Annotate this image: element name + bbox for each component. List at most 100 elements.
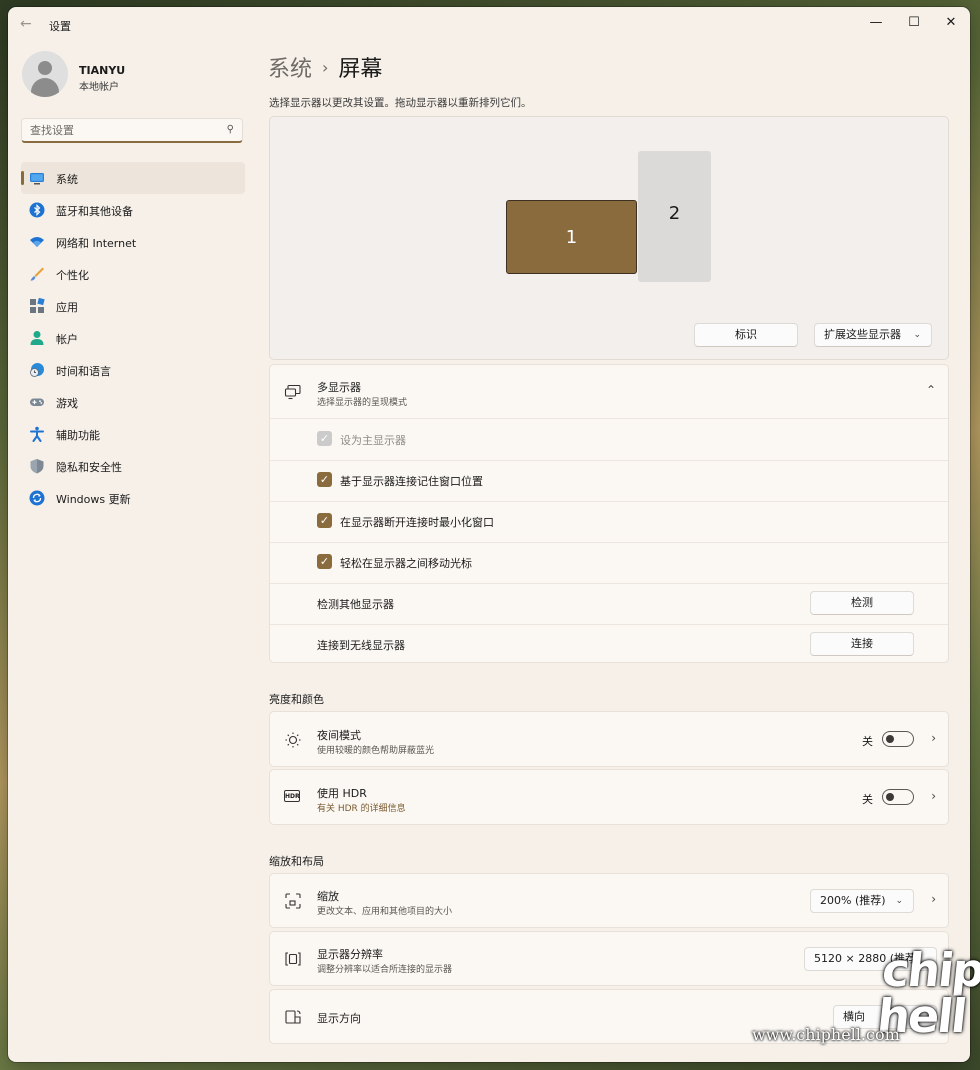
chevron-down-icon: ⌄ — [913, 330, 921, 340]
scale-icon — [285, 893, 301, 909]
chevron-up-icon[interactable]: ⌃ — [926, 383, 936, 397]
multiple-displays-header[interactable]: 多显示器 选择显示器的呈现模式 ⌃ — [270, 365, 948, 419]
scale-card[interactable]: 缩放 更改文本、应用和其他项目的大小 200% (推荐) ⌄ › — [269, 873, 949, 928]
option-label: 轻松在显示器之间移动光标 — [340, 557, 472, 570]
sidebar-item-apps[interactable]: 应用 — [21, 290, 245, 322]
display-mode-dropdown[interactable]: 扩展这些显示器 ⌄ — [814, 323, 932, 347]
connect-button[interactable]: 连接 — [810, 632, 914, 656]
wireless-label: 连接到无线显示器 — [317, 639, 405, 652]
hdr-card[interactable]: HDR 使用 HDR 有关 HDR 的详细信息 关 › — [269, 769, 949, 825]
orientation-dropdown[interactable]: 横向 — [833, 1005, 937, 1029]
back-button[interactable]: ← — [20, 16, 32, 32]
display-arrangement-area[interactable]: 1 2 标识 扩展这些显示器 ⌄ — [269, 116, 949, 360]
sidebar-item-windows-update[interactable]: Windows 更新 — [21, 482, 245, 514]
option-label: 设为主显示器 — [340, 434, 406, 447]
detect-button[interactable]: 检测 — [810, 591, 914, 615]
multi-monitor-icon — [284, 384, 301, 400]
monitor-1-tile[interactable]: 1 — [506, 200, 637, 274]
sidebar-item-label: Windows 更新 — [56, 493, 131, 506]
sidebar-item-privacy[interactable]: 隐私和安全性 — [21, 450, 245, 482]
minimize-button[interactable]: — — [858, 11, 894, 35]
identify-button[interactable]: 标识 — [694, 323, 798, 347]
scale-dropdown[interactable]: 200% (推荐) ⌄ — [810, 889, 914, 913]
sun-icon — [285, 732, 301, 748]
resolution-subtitle: 调整分辨率以适合所连接的显示器 — [317, 965, 453, 975]
resolution-card: 显示器分辨率 调整分辨率以适合所连接的显示器 5120 × 2880 (推荐) — [269, 931, 949, 986]
monitor-icon — [30, 173, 44, 185]
toggle-knob — [886, 793, 894, 801]
remember-window-checkbox[interactable]: ✓ — [317, 472, 332, 487]
chevron-right-icon[interactable]: › — [931, 731, 936, 745]
monitor-2-tile[interactable]: 2 — [638, 151, 711, 282]
maximize-button[interactable]: ☐ — [896, 11, 932, 35]
hdr-state: 关 — [862, 793, 873, 806]
option-row-primary: ✓ 设为主显示器 — [270, 419, 948, 461]
active-indicator — [21, 171, 24, 185]
shield-icon — [30, 459, 44, 474]
sidebar-item-label: 辅助功能 — [56, 429, 100, 442]
ease-cursor-checkbox[interactable]: ✓ — [317, 554, 332, 569]
sidebar-item-label: 游戏 — [56, 397, 78, 410]
search-input[interactable] — [28, 123, 222, 138]
sidebar-item-system[interactable]: 系统 — [21, 162, 245, 194]
sidebar-nav: 系统 蓝牙和其他设备 网络和 Internet 个性化 应用 帐户 时间和语言 — [21, 162, 245, 514]
profile-account-type: 本地帐户 — [79, 82, 119, 93]
option-row-wireless: 连接到无线显示器 连接 — [270, 624, 948, 665]
globe-clock-icon — [30, 363, 44, 377]
sidebar-item-label: 帐户 — [56, 333, 78, 346]
sidebar-item-label: 网络和 Internet — [56, 237, 137, 250]
resolution-value: 5120 × 2880 (推荐) — [814, 952, 921, 965]
scale-subtitle: 更改文本、应用和其他项目的大小 — [317, 907, 453, 917]
display-mode-value: 扩展这些显示器 — [824, 328, 901, 341]
brush-icon — [30, 267, 44, 281]
avatar-body — [31, 78, 59, 97]
night-light-toggle[interactable] — [882, 731, 914, 747]
breadcrumb-parent[interactable]: 系统 — [268, 57, 312, 82]
avatar-head — [38, 61, 52, 75]
settings-window: ← 设置 — ☐ ✕ TIANYU 本地帐户 ⚲ 系统 蓝牙和其他设备 网络和 … — [8, 7, 970, 1062]
orientation-title: 显示方向 — [317, 1012, 361, 1025]
chevron-right-icon[interactable]: › — [931, 892, 936, 906]
window-title: 设置 — [49, 20, 71, 33]
search-box[interactable]: ⚲ — [21, 118, 243, 143]
sidebar-item-bluetooth[interactable]: 蓝牙和其他设备 — [21, 194, 245, 226]
multiple-displays-card: 多显示器 选择显示器的呈现模式 ⌃ ✓ 设为主显示器 ✓ 基于显示器连接记住窗口… — [269, 364, 949, 663]
sidebar-item-network[interactable]: 网络和 Internet — [21, 226, 245, 258]
sidebar-item-label: 系统 — [56, 173, 78, 186]
sidebar-item-label: 时间和语言 — [56, 365, 111, 378]
sidebar-item-label: 蓝牙和其他设备 — [56, 205, 133, 218]
avatar[interactable] — [22, 51, 68, 97]
scale-title: 缩放 — [317, 890, 339, 903]
sidebar-item-personalization[interactable]: 个性化 — [21, 258, 245, 290]
close-button[interactable]: ✕ — [933, 11, 969, 35]
hdr-icon: HDR — [284, 790, 300, 802]
sidebar-item-label: 个性化 — [56, 269, 89, 282]
toggle-knob — [886, 735, 894, 743]
resolution-title: 显示器分辨率 — [317, 948, 383, 961]
resolution-dropdown[interactable]: 5120 × 2880 (推荐) — [804, 947, 937, 971]
sidebar-item-gaming[interactable]: 游戏 — [21, 386, 245, 418]
page-title: 屏幕 — [338, 57, 383, 82]
chevron-right-icon[interactable]: › — [931, 789, 936, 803]
sidebar-item-label: 应用 — [56, 301, 78, 314]
sidebar-item-accessibility[interactable]: 辅助功能 — [21, 418, 245, 450]
option-row-ease-cursor: ✓ 轻松在显示器之间移动光标 — [270, 542, 948, 584]
scale-value: 200% (推荐) — [820, 894, 886, 907]
hdr-info-link[interactable]: 有关 HDR 的详细信息 — [317, 801, 406, 814]
arrange-description: 选择显示器以更改其设置。拖动显示器以重新排列它们。 — [269, 97, 532, 109]
multiple-displays-title: 多显示器 — [317, 381, 361, 394]
minimize-windows-checkbox[interactable]: ✓ — [317, 513, 332, 528]
section-title-scale: 缩放和布局 — [269, 855, 324, 868]
orientation-value: 横向 — [843, 1010, 865, 1023]
hdr-toggle[interactable] — [882, 789, 914, 805]
sidebar-item-accounts[interactable]: 帐户 — [21, 322, 245, 354]
option-row-detect: 检测其他显示器 检测 — [270, 583, 948, 625]
profile-name: TIANYU — [79, 64, 126, 77]
sidebar-item-time-language[interactable]: 时间和语言 — [21, 354, 245, 386]
search-icon[interactable]: ⚲ — [227, 124, 234, 135]
person-icon — [30, 331, 44, 345]
night-light-card[interactable]: 夜间模式 使用较暖的颜色帮助屏蔽蓝光 关 › — [269, 711, 949, 767]
update-icon — [29, 490, 45, 506]
orientation-card: 显示方向 横向 — [269, 989, 949, 1044]
sidebar-item-label: 隐私和安全性 — [56, 461, 122, 474]
